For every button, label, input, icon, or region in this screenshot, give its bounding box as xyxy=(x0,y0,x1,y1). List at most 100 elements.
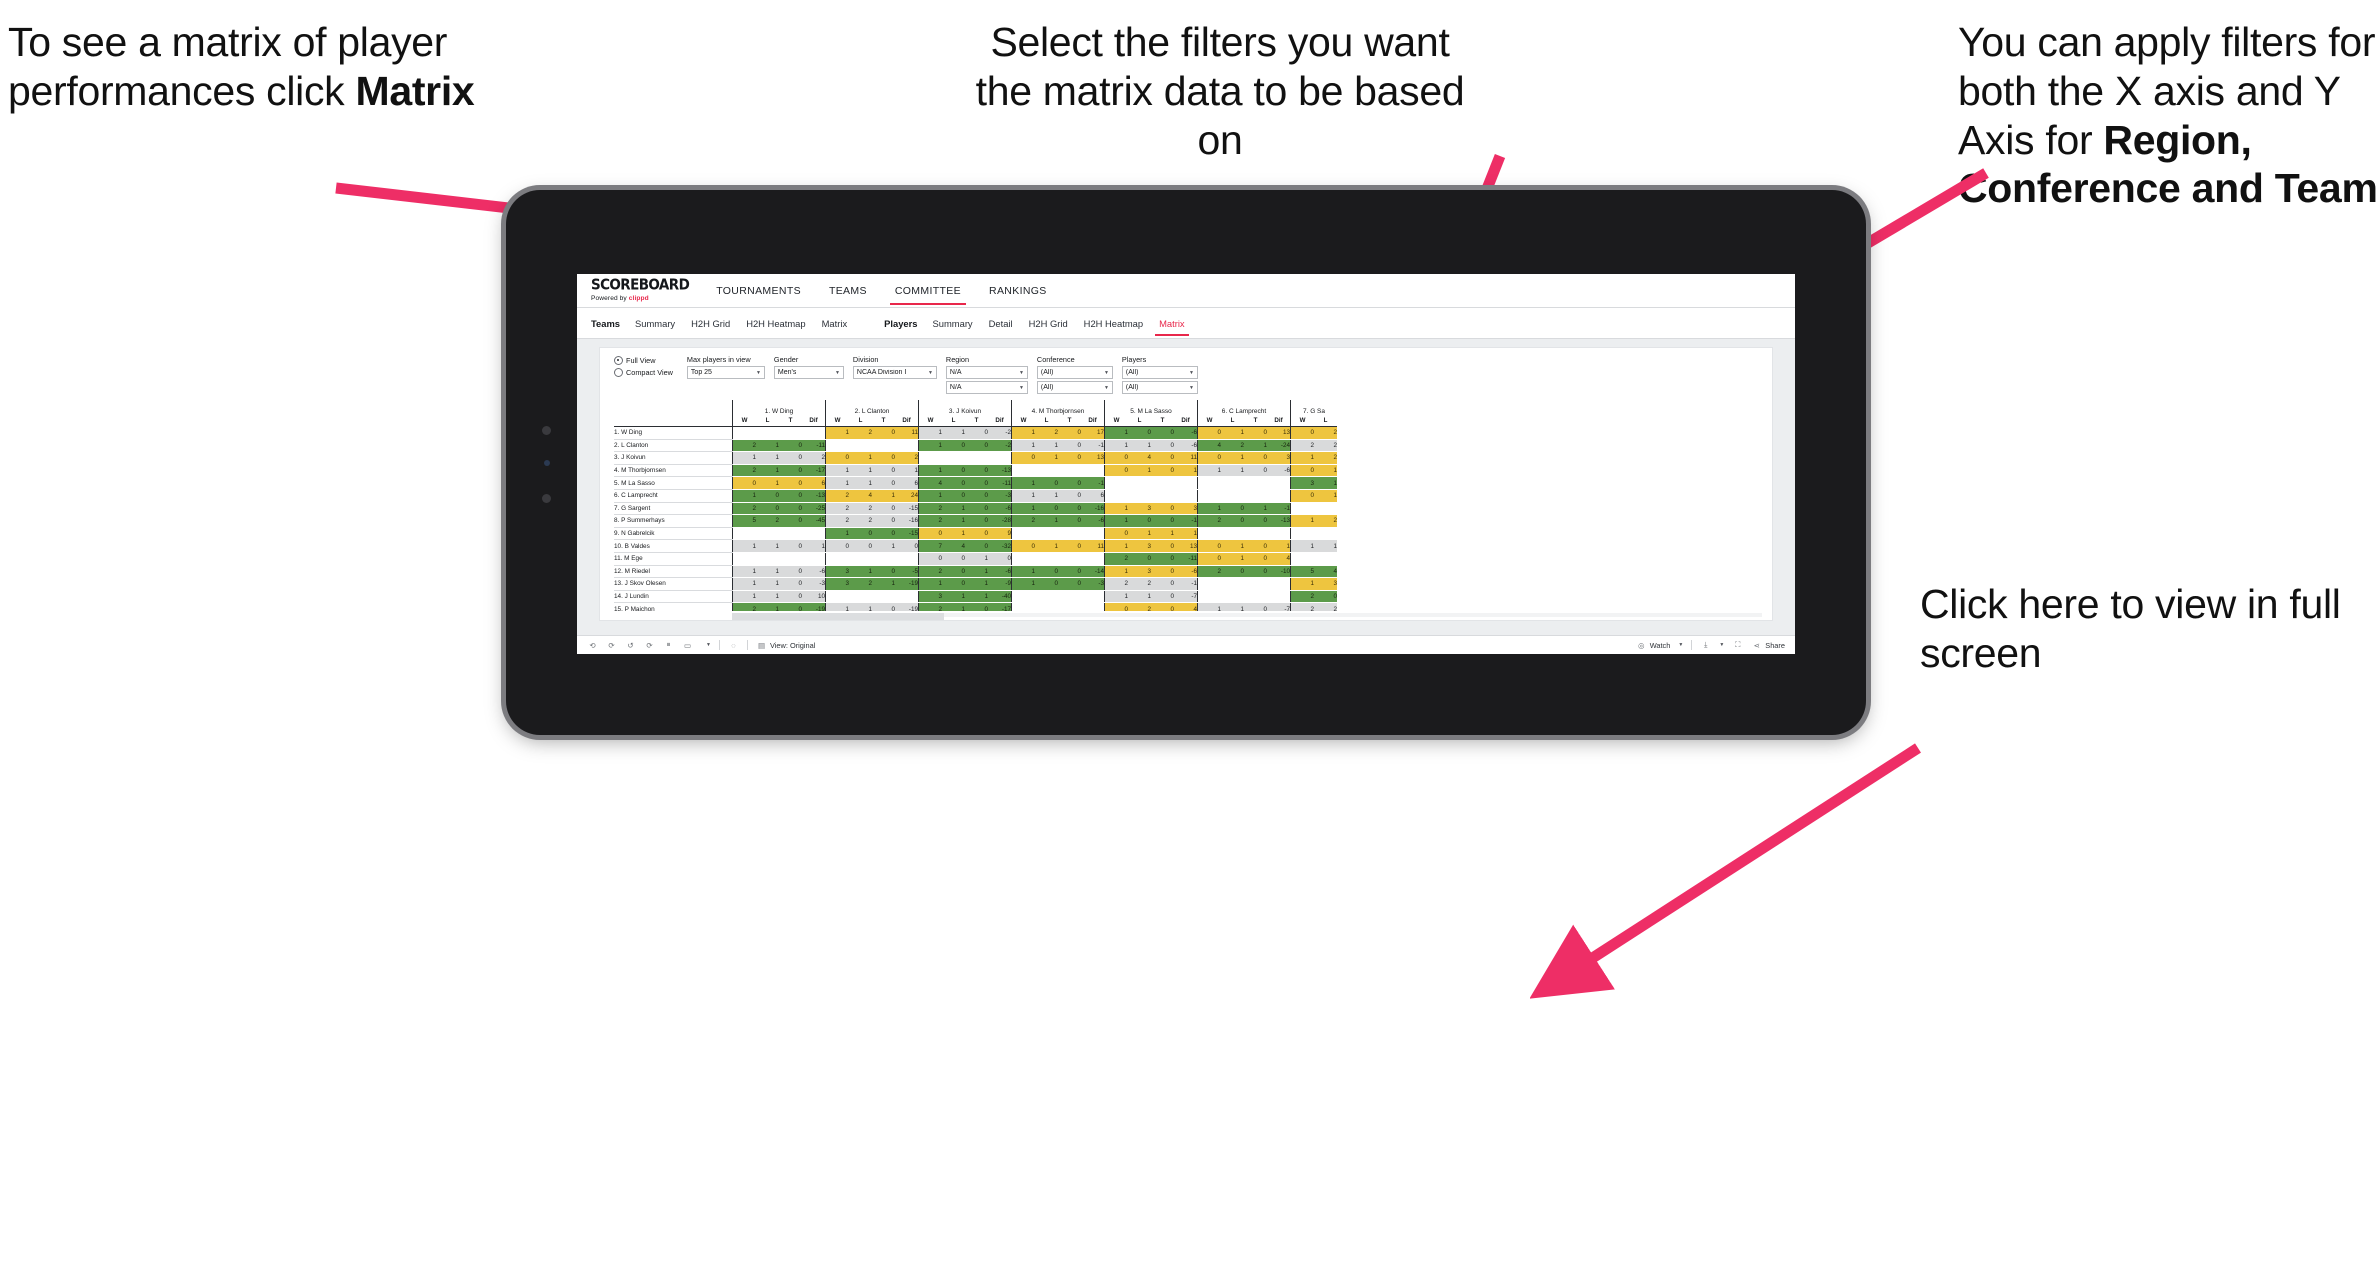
matrix-data-cell[interactable]: 2 xyxy=(1221,439,1244,453)
matrix-data-cell[interactable]: 0 xyxy=(965,502,988,516)
matrix-data-cell[interactable]: 1 xyxy=(1104,439,1128,453)
matrix-data-cell[interactable] xyxy=(1290,552,1314,566)
matrix-data-cell[interactable]: 2 xyxy=(918,502,942,516)
pause-icon[interactable]: ⏸ xyxy=(663,640,674,651)
matrix-data-cell[interactable]: 1 xyxy=(942,527,965,541)
matrix-data-cell[interactable]: 1 xyxy=(849,451,872,465)
matrix-data-cell[interactable]: 0 xyxy=(1244,539,1267,553)
matrix-data-cell[interactable]: 1 xyxy=(1104,514,1128,528)
matrix-data-cell[interactable]: 1 xyxy=(1221,464,1244,478)
matrix-data-cell[interactable]: 2 xyxy=(895,451,919,465)
matrix-data-cell[interactable]: 0 xyxy=(1244,427,1267,440)
matrix-data-cell[interactable]: 1 xyxy=(1011,427,1035,440)
matrix-data-cell[interactable]: 0 xyxy=(942,552,965,566)
matrix-data-cell[interactable] xyxy=(1197,476,1221,490)
division-select[interactable]: NCAA Division I ▼ xyxy=(852,366,937,379)
matrix-data-cell[interactable]: 0 xyxy=(1104,602,1128,611)
matrix-data-cell[interactable] xyxy=(1058,590,1081,604)
matrix-data-cell[interactable]: 0 xyxy=(988,552,1012,566)
matrix-data-cell[interactable]: 1 xyxy=(849,602,872,611)
matrix-data-cell[interactable]: 1 xyxy=(965,590,988,604)
matrix-data-cell[interactable]: 0 xyxy=(965,489,988,503)
matrix-data-cell[interactable]: 2 xyxy=(732,464,756,478)
matrix-data-cell[interactable]: 0 xyxy=(942,489,965,503)
matrix-data-cell[interactable]: 0 xyxy=(825,539,849,553)
matrix-data-cell[interactable]: 0 xyxy=(1058,514,1081,528)
matrix-data-cell[interactable]: -6 xyxy=(1174,427,1198,440)
matrix-row[interactable]: 11. M Ege 0 0 1 0 2 0 0 -11 0 1 0 4 xyxy=(614,552,1337,566)
matrix-data-cell[interactable] xyxy=(825,552,849,566)
matrix-data-cell[interactable]: -6 xyxy=(802,565,826,579)
matrix-data-cell[interactable] xyxy=(1081,527,1105,541)
matrix-data-cell[interactable]: 2 xyxy=(1197,565,1221,579)
matrix-data-cell[interactable] xyxy=(1035,552,1058,566)
matrix-data-cell[interactable]: 6 xyxy=(895,476,919,490)
matrix-data-cell[interactable]: 3 xyxy=(1267,451,1291,465)
matrix-data-cell[interactable]: 2 xyxy=(918,514,942,528)
highlight-icon[interactable]: ▭ xyxy=(682,640,693,651)
matrix-data-cell[interactable]: 0 xyxy=(942,476,965,490)
matrix-data-cell[interactable] xyxy=(802,427,826,440)
matrix-data-cell[interactable]: 1 xyxy=(1128,590,1151,604)
players-y-select[interactable]: (All) ▼ xyxy=(1121,381,1198,394)
matrix-data-cell[interactable]: 1 xyxy=(942,590,965,604)
matrix-data-cell[interactable]: 0 xyxy=(942,439,965,453)
matrix-data-cell[interactable]: 2 xyxy=(849,427,872,440)
matrix-data-cell[interactable]: 1 xyxy=(732,590,756,604)
matrix-data-cell[interactable]: 0 xyxy=(1058,476,1081,490)
matrix-data-cell[interactable]: 1 xyxy=(1197,502,1221,516)
matrix-data-cell[interactable] xyxy=(1011,527,1035,541)
matrix-data-cell[interactable]: 2 xyxy=(1314,427,1337,440)
matrix-data-cell[interactable]: 0 xyxy=(942,577,965,591)
download-button[interactable]: ⤓ ▼ xyxy=(1700,640,1724,651)
teams-h2h-heatmap-tab[interactable]: H2H Heatmap xyxy=(745,310,806,336)
matrix-data-cell[interactable] xyxy=(1197,577,1221,591)
matrix-data-cell[interactable]: 1 xyxy=(942,602,965,611)
matrix-data-cell[interactable]: -1 xyxy=(1081,476,1105,490)
matrix-data-cell[interactable]: -17 xyxy=(988,602,1012,611)
matrix-data-cell[interactable] xyxy=(1011,552,1035,566)
matrix-data-cell[interactable]: 1 xyxy=(918,427,942,440)
matrix-data-cell[interactable]: 1 xyxy=(732,451,756,465)
matrix-data-cell[interactable]: 1 xyxy=(825,427,849,440)
matrix-data-cell[interactable]: 6 xyxy=(802,476,826,490)
matrix-data-cell[interactable]: 1 xyxy=(1314,476,1337,490)
chevron-down-icon[interactable]: ▼ xyxy=(706,642,711,648)
matrix-data-cell[interactable]: 0 xyxy=(1128,514,1151,528)
matrix-data-cell[interactable]: 2 xyxy=(1290,590,1314,604)
matrix-data-cell[interactable]: 1 xyxy=(825,464,849,478)
matrix-data-cell[interactable]: 1 xyxy=(1197,464,1221,478)
gender-select[interactable]: Men's ▼ xyxy=(773,366,844,379)
matrix-data-cell[interactable]: 11 xyxy=(1174,451,1198,465)
matrix-data-cell[interactable]: 0 xyxy=(942,565,965,579)
matrix-data-cell[interactable] xyxy=(918,451,942,465)
matrix-data-cell[interactable]: 2 xyxy=(1290,602,1314,611)
matrix-data-cell[interactable]: 2 xyxy=(732,602,756,611)
matrix-data-cell[interactable]: 1 xyxy=(1314,539,1337,553)
matrix-data-cell[interactable]: 0 xyxy=(756,489,779,503)
matrix-data-cell[interactable]: 1 xyxy=(1011,489,1035,503)
players-h2h-grid-tab[interactable]: H2H Grid xyxy=(1028,310,1069,336)
matrix-data-cell[interactable]: 0 xyxy=(1221,502,1244,516)
matrix-row[interactable]: 1. W Ding 1 2 0 11 1 1 0 -2 1 2 0 17 1 0 0 -6 0 1 0 13 0 2 xyxy=(614,427,1337,440)
matrix-data-cell[interactable]: 1 xyxy=(1221,427,1244,440)
matrix-data-cell[interactable]: 4 xyxy=(942,539,965,553)
revert-icon[interactable]: ↺ xyxy=(625,640,636,651)
players-summary-tab[interactable]: Summary xyxy=(932,310,974,336)
matrix-data-cell[interactable]: 1 xyxy=(1290,514,1314,528)
matrix-data-cell[interactable]: 0 xyxy=(872,451,895,465)
matrix-data-cell[interactable] xyxy=(942,451,965,465)
matrix-data-cell[interactable] xyxy=(1128,476,1151,490)
matrix-data-cell[interactable]: 24 xyxy=(895,489,919,503)
matrix-data-cell[interactable] xyxy=(872,590,895,604)
matrix-data-cell[interactable]: 0 xyxy=(965,439,988,453)
matrix-data-cell[interactable]: 1 xyxy=(1104,565,1128,579)
matrix-data-cell[interactable]: 1 xyxy=(756,539,779,553)
matrix-data-cell[interactable] xyxy=(1035,527,1058,541)
matrix-data-cell[interactable]: 1 xyxy=(1035,514,1058,528)
matrix-data-cell[interactable]: 2 xyxy=(1011,514,1035,528)
matrix-data-cell[interactable]: 0 xyxy=(872,502,895,516)
matrix-data-cell[interactable] xyxy=(895,552,919,566)
matrix-data-cell[interactable]: 4 xyxy=(918,476,942,490)
matrix-data-cell[interactable] xyxy=(1244,489,1267,503)
